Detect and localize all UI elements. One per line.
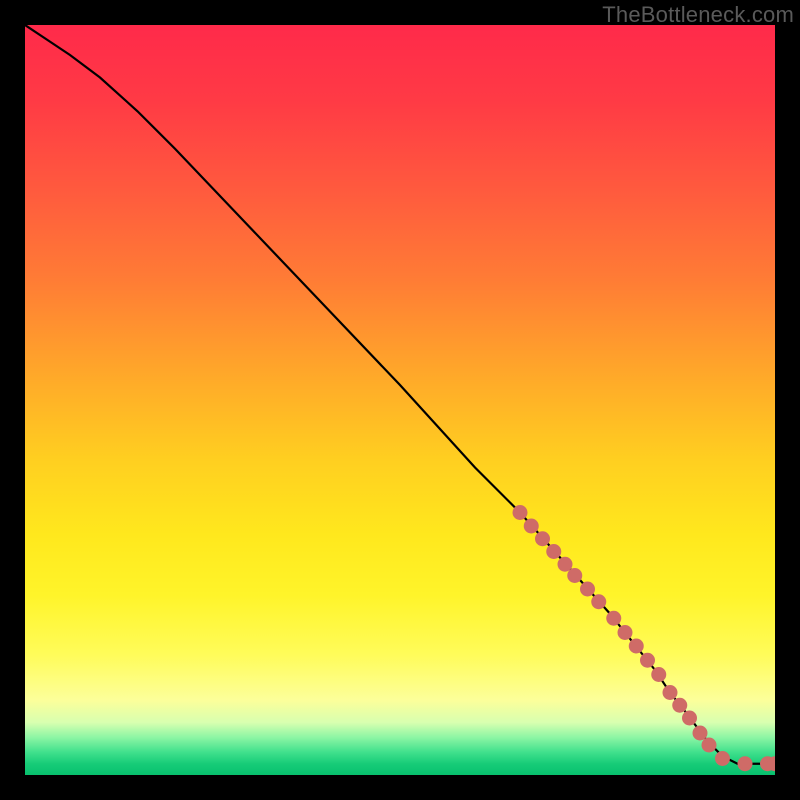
data-point	[606, 611, 621, 626]
data-point	[682, 711, 697, 726]
data-point	[591, 594, 606, 609]
data-point	[651, 667, 666, 682]
data-point	[693, 726, 708, 741]
data-point	[524, 519, 539, 534]
data-point	[672, 698, 687, 713]
data-point	[640, 653, 655, 668]
data-point	[618, 625, 633, 640]
data-point	[738, 756, 753, 771]
chart-frame: TheBottleneck.com	[0, 0, 800, 800]
data-point	[760, 756, 775, 771]
data-markers	[513, 505, 776, 771]
plot-area	[25, 25, 775, 775]
data-point	[629, 639, 644, 654]
data-point	[513, 505, 528, 520]
data-point	[702, 738, 717, 753]
data-point	[768, 756, 776, 771]
chart-svg	[25, 25, 775, 775]
data-point	[567, 568, 582, 583]
data-point	[663, 685, 678, 700]
data-point	[546, 544, 561, 559]
data-point	[558, 557, 573, 572]
curve-line	[25, 25, 775, 764]
data-point	[715, 751, 730, 766]
data-point	[580, 582, 595, 597]
data-point	[535, 531, 550, 546]
